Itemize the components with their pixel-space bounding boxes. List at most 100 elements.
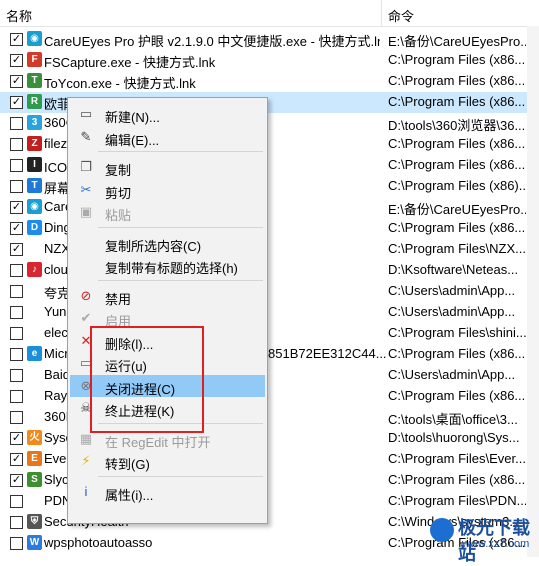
row-checkbox[interactable] [10, 306, 23, 319]
row-checkbox[interactable]: ✓ [10, 201, 23, 214]
row-command: C:\Program Files (x86... [388, 136, 526, 151]
row-checkbox[interactable] [10, 537, 23, 550]
column-header-name[interactable]: 名称 [6, 6, 32, 25]
row-checkbox[interactable] [10, 117, 23, 130]
new-icon: ▭ [79, 106, 93, 121]
menu-separator [98, 226, 263, 228]
row-command: C:\Users\admin\App... [388, 283, 516, 298]
row-command: E:\备份\CareUEyesPro... [388, 202, 526, 217]
goto-icon: ⚡ [81, 453, 91, 468]
row-checkbox[interactable] [10, 348, 23, 361]
wps-icon: W [27, 535, 42, 550]
cut-icon: ✂ [80, 181, 92, 197]
menu-item-label: 在 RegEdit 中打开 [105, 434, 211, 450]
row-checkbox[interactable]: ✓ [10, 243, 23, 256]
huorong-icon: 火 [27, 430, 42, 445]
row-checkbox[interactable] [10, 180, 23, 193]
row-command: C:\Program Files (x86... [388, 52, 526, 67]
menu-goto[interactable]: ⚡ 转到(G) [70, 450, 265, 472]
row-command: C:\Program Files\NZX... [388, 241, 526, 256]
row-checkbox[interactable]: ✓ [10, 474, 23, 487]
edge-icon: e [27, 346, 42, 361]
menu-paste[interactable]: ▣ 粘贴 [70, 201, 265, 223]
row-name: CareUEyes Pro 护眼 v2.1.9.0 中文便捷版.exe - 快捷… [44, 34, 380, 49]
column-divider[interactable] [381, 0, 382, 26]
menu-cut[interactable]: ✂ 剪切 [70, 179, 265, 201]
menu-item-label: 转到(G) [105, 457, 150, 472]
row-command: C:\Program Files (x86... [388, 94, 526, 109]
copy-icon: ❐ [80, 159, 92, 174]
row-name: FSCapture.exe - 快捷方式.lnk [44, 55, 216, 70]
menu-edit[interactable]: ✎ 编辑(E)... [70, 126, 265, 148]
row-checkbox[interactable] [10, 369, 23, 382]
everything-icon: E [27, 451, 42, 466]
watermark-logo-icon [430, 518, 454, 542]
row-command: C:\Program Files (x86... [388, 73, 526, 88]
row-command: E:\备份\CareUEyesPro... [388, 34, 526, 49]
row-command: C:\Program Files (x86... [388, 157, 526, 172]
table-row[interactable]: ✓ ◉ CareUEyes Pro 护眼 v2.1.9.0 中文便捷版.exe - … [0, 29, 527, 50]
edit-icon: ✎ [80, 128, 92, 144]
row-checkbox[interactable] [10, 327, 23, 340]
row-checkbox[interactable] [10, 138, 23, 151]
menu-separator [98, 475, 263, 477]
row-command: C:\Program Files\shini... [388, 325, 526, 340]
row-command: C:\Program Files\PDN... [388, 493, 526, 508]
row-checkbox[interactable] [10, 411, 23, 424]
filezilla-icon: Z [27, 136, 42, 151]
menu-item-label: 复制 [105, 163, 132, 178]
vertical-scrollbar[interactable] [527, 26, 539, 557]
row-checkbox[interactable]: ✓ [10, 54, 23, 67]
row-command: C:\Users\admin\App... [388, 304, 516, 319]
row-checkbox[interactable]: ✓ [10, 33, 23, 46]
ding-icon: D [27, 220, 42, 235]
row-checkbox[interactable]: ✓ [10, 96, 23, 109]
row-command: C:\Program Files (x86... [388, 220, 526, 235]
menu-item-label: 属性(i)... [105, 487, 154, 503]
menu-copy-selection[interactable]: 复制所选内容(C) [70, 232, 265, 254]
watermark-url: www.xz7.com [462, 538, 530, 550]
row-name: wpsphotoautoasso [44, 535, 153, 550]
row-checkbox[interactable] [10, 516, 23, 529]
menu-item-label: 复制带有标题的选择(h) [105, 261, 238, 276]
ico-icon: I [27, 157, 42, 172]
row-checkbox[interactable] [10, 285, 23, 298]
row-checkbox[interactable]: ✓ [10, 453, 23, 466]
row-command: C:\Program Files (x86... [388, 346, 526, 361]
row-command: C:\tools\桌面\office\3... [388, 412, 518, 427]
row-command: C:\Program Files\Ever... [388, 451, 526, 466]
table-row[interactable]: ✓ F FSCapture.exe - 快捷方式.lnk C:\Program Fil… [0, 50, 527, 71]
menu-properties[interactable]: i 属性(i)... [70, 481, 265, 503]
menu-disable[interactable]: ⊘ 禁用 [70, 285, 265, 307]
app-icon: R [27, 94, 42, 109]
column-header-command[interactable]: 命令 [388, 6, 414, 25]
menu-copy-with-header[interactable]: 复制带有标题的选择(h) [70, 254, 265, 276]
cloud-icon: ♪ [27, 262, 42, 277]
row-checkbox[interactable]: ✓ [10, 432, 23, 445]
menu-item-label: 剪切 [105, 185, 132, 201]
row-checkbox[interactable] [10, 159, 23, 172]
menu-copy[interactable]: ❐ 复制 [70, 156, 265, 178]
table-row[interactable]: ✓ T ToYcon.exe - 快捷方式.lnk C:\Program Files … [0, 71, 527, 92]
menu-new[interactable]: ▭ 新建(N)... [70, 103, 265, 125]
row-command: D:\tools\360浏览器\36... [388, 118, 526, 133]
row-name-tail: 851B72EE312C44... [268, 346, 387, 361]
context-menu: ▭ 新建(N)... ✎ 编辑(E)... ❐ 复制 ✂ 剪切 ▣ 粘贴复制所选内容(C) 复制带有… [67, 97, 268, 524]
row-checkbox[interactable] [10, 495, 23, 508]
row-checkbox[interactable]: ✓ [10, 222, 23, 235]
disable-icon: ⊘ [80, 287, 92, 303]
eye-icon: ◉ [27, 31, 42, 46]
row-checkbox[interactable] [10, 264, 23, 277]
row-command: C:\Program Files (x86... [388, 388, 526, 403]
row-command: C:\Users\admin\App... [388, 367, 516, 382]
row-checkbox[interactable]: ✓ [10, 75, 23, 88]
eye-icon: ◉ [27, 199, 42, 214]
fscapture-icon: F [27, 52, 42, 67]
row-command: C:\Program Files (x86... [388, 472, 526, 487]
watermark: 极光下载站 www.xz7.com [430, 512, 538, 564]
slycon-icon: S [27, 472, 42, 487]
row-command: D:\tools\huorong\Sys... [388, 430, 520, 445]
row-checkbox[interactable] [10, 390, 23, 403]
properties-icon: i [84, 483, 88, 499]
paste-icon: ▣ [79, 204, 93, 219]
